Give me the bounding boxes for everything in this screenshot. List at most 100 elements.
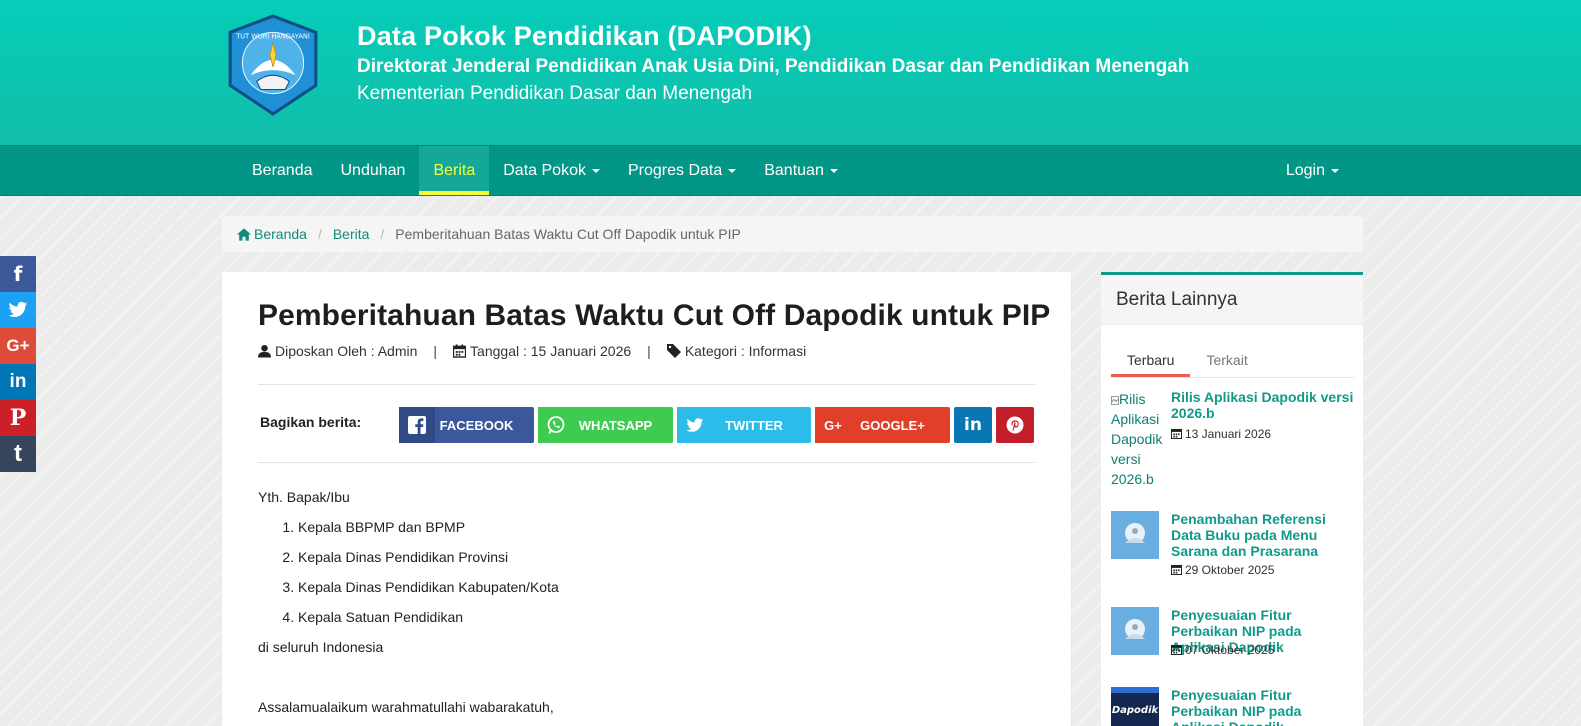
tab-terkait[interactable]: Terkait	[1190, 343, 1263, 377]
site-title: Data Pokok Pendidikan (DAPODIK)	[357, 21, 812, 51]
user-icon	[258, 344, 271, 358]
whatsapp-icon	[538, 407, 574, 443]
caret-down-icon	[1331, 168, 1339, 173]
meta-divider: |	[433, 343, 438, 359]
google-plus-icon: G+	[815, 407, 851, 443]
share-label: Bagikan berita:	[260, 414, 362, 430]
nav-data-pokok-label: Data Pokok	[503, 162, 586, 179]
nav-menu: Beranda Unduhan Berita Data Pokok Progre…	[238, 146, 852, 195]
share-buttons: FACEBOOK WHATSAPP TWITTER G+ GOOGLE+ in	[399, 407, 1034, 443]
nav-berita[interactable]: Berita	[419, 146, 490, 195]
news-tabs: Terbaru Terkait	[1111, 343, 1354, 378]
main-navbar: Beranda Unduhan Berita Data Pokok Progre…	[0, 145, 1581, 196]
tag-icon	[666, 344, 681, 358]
article-category: Kategori : Informasi	[684, 343, 807, 359]
breadcrumb: Beranda / Berita / Pemberitahuan Batas W…	[222, 216, 1363, 252]
recipient-item: Kepala BBPMP dan BPMP	[298, 512, 559, 542]
news-thumbnail[interactable]	[1111, 511, 1159, 559]
article-body: Yth. Bapak/Ibu Kepala BBPMP dan BPMP Kep…	[258, 482, 559, 722]
twitter-icon	[677, 407, 713, 443]
share-google-plus-button[interactable]: G+ GOOGLE+	[815, 407, 950, 443]
calendar-icon	[1170, 428, 1183, 440]
article-author: Diposkan Oleh : Admin	[275, 343, 418, 359]
linkedin-icon[interactable]: in	[0, 364, 36, 400]
nav-login-label: Login	[1285, 162, 1325, 179]
news-date: 29 Oktober 2025	[1170, 563, 1275, 577]
site-subtitle: Direktorat Jenderal Pendidikan Anak Usia…	[357, 56, 1190, 77]
divider	[258, 384, 1035, 385]
article-meta: Diposkan Oleh : Admin | Tanggal : 15 Jan…	[258, 343, 806, 359]
other-news-panel: Berita Lainnya Terbaru Terkait Rilis Apl…	[1101, 272, 1363, 726]
social-share-sidebar: f G+ in P t	[0, 256, 36, 472]
tumblr-icon[interactable]: t	[0, 436, 36, 472]
nav-progres-data[interactable]: Progres Data	[614, 146, 750, 195]
nav-bantuan[interactable]: Bantuan	[750, 146, 852, 195]
nav-login[interactable]: Login	[1272, 146, 1353, 195]
news-title[interactable]: Penyesuaian Fitur Perbaikan NIP pada Apl…	[1171, 687, 1357, 726]
share-whatsapp-label: WHATSAPP	[578, 417, 653, 433]
nav-unduhan[interactable]: Unduhan	[327, 146, 420, 195]
home-icon	[237, 227, 251, 241]
recipient-list: Kepala BBPMP dan BPMP Kepala Dinas Pendi…	[258, 512, 559, 632]
caret-down-icon	[728, 168, 737, 173]
share-linkedin-button[interactable]: in	[954, 407, 992, 443]
facebook-icon	[399, 407, 435, 443]
facebook-icon[interactable]: f	[0, 256, 36, 292]
site-ministry: Kementerian Pendidikan Dasar dan Menenga…	[357, 83, 753, 104]
nav-bantuan-label: Bantuan	[764, 162, 824, 179]
breadcrumb-current: Pemberitahuan Batas Waktu Cut Off Dapodi…	[395, 226, 741, 242]
news-date: 13 Januari 2026	[1170, 427, 1272, 441]
news-item[interactable]: Dapodik Penyesuaian Fitur Perbaikan NIP …	[1111, 687, 1357, 726]
news-thumb-text: Dapodik	[1112, 705, 1159, 716]
news-item[interactable]: Penyesuaian Fitur Perbaikan NIP pada Apl…	[1111, 607, 1357, 663]
breadcrumb-separator: /	[317, 226, 322, 242]
news-item[interactable]: Rilis Aplikasi Dapodik versi 2026.b Rili…	[1111, 389, 1357, 489]
news-thumbnail[interactable]: Dapodik	[1111, 687, 1159, 726]
recipient-item: Kepala Dinas Pendidikan Provinsi	[298, 542, 559, 572]
share-facebook-button[interactable]: FACEBOOK	[399, 407, 534, 443]
caret-down-icon	[829, 168, 838, 173]
share-facebook-label: FACEBOOK	[439, 417, 514, 433]
news-thumbnail[interactable]	[1111, 607, 1159, 655]
news-date: 07 Oktober 2025	[1170, 643, 1275, 657]
nav-data-pokok[interactable]: Data Pokok	[489, 146, 614, 195]
header-titles: Data Pokok Pendidikan (DAPODIK) Direktor…	[357, 19, 1189, 108]
news-date-text: 29 Oktober 2025	[1185, 563, 1275, 577]
broken-image-icon	[1111, 396, 1119, 405]
breadcrumb-home[interactable]: Beranda	[254, 226, 307, 242]
news-date-text: 07 Oktober 2025	[1185, 643, 1275, 657]
article-greeting: Yth. Bapak/Ibu	[258, 489, 350, 505]
tut-wuri-handayani-logo[interactable]: TUT WURI HANDAYANI	[222, 14, 324, 116]
news-thumb-broken[interactable]: Rilis Aplikasi Dapodik versi 2026.b	[1111, 389, 1167, 489]
news-title[interactable]: Penambahan Referensi Data Buku pada Menu…	[1171, 511, 1357, 559]
nav-progres-data-label: Progres Data	[627, 162, 723, 179]
linkedin-icon: in	[964, 415, 982, 435]
share-pinterest-button[interactable]	[996, 407, 1034, 443]
share-twitter-label: TWITTER	[725, 417, 783, 433]
share-google-plus-label: GOOGLE+	[860, 417, 925, 433]
article-title: Pemberitahuan Batas Waktu Cut Off Dapodi…	[258, 299, 1051, 332]
news-thumb-alt-text: Rilis Aplikasi Dapodik versi 2026.b	[1111, 391, 1163, 487]
share-twitter-button[interactable]: TWITTER	[677, 407, 811, 443]
tab-terbaru[interactable]: Terbaru	[1111, 343, 1191, 377]
google-plus-icon[interactable]: G+	[0, 328, 36, 364]
share-whatsapp-button[interactable]: WHATSAPP	[538, 407, 673, 443]
recipient-item: Kepala Dinas Pendidikan Kabupaten/Kota	[298, 572, 559, 602]
breadcrumb-berita[interactable]: Berita	[333, 226, 370, 242]
calendar-icon	[1170, 644, 1183, 656]
meta-divider: |	[647, 343, 651, 359]
recipient-item: Kepala Satuan Pendidikan	[298, 602, 559, 632]
breadcrumb-separator: /	[380, 226, 385, 242]
logo-text: TUT WURI HANDAYANI	[235, 32, 310, 40]
article-card: Pemberitahuan Batas Waktu Cut Off Dapodi…	[222, 272, 1071, 726]
news-title[interactable]: Rilis Aplikasi Dapodik versi 2026.b	[1171, 389, 1357, 421]
pinterest-icon[interactable]: P	[0, 400, 36, 436]
pinterest-icon	[1006, 416, 1024, 434]
calendar-icon	[453, 344, 467, 358]
news-item[interactable]: Penambahan Referensi Data Buku pada Menu…	[1111, 511, 1357, 581]
twitter-icon[interactable]	[0, 292, 36, 328]
news-date-text: 13 Januari 2026	[1185, 427, 1272, 441]
panel-heading: Berita Lainnya	[1101, 275, 1363, 325]
nav-beranda[interactable]: Beranda	[238, 146, 327, 195]
article-salam: Assalamualaikum warahmatullahi wabarakat…	[258, 699, 554, 715]
